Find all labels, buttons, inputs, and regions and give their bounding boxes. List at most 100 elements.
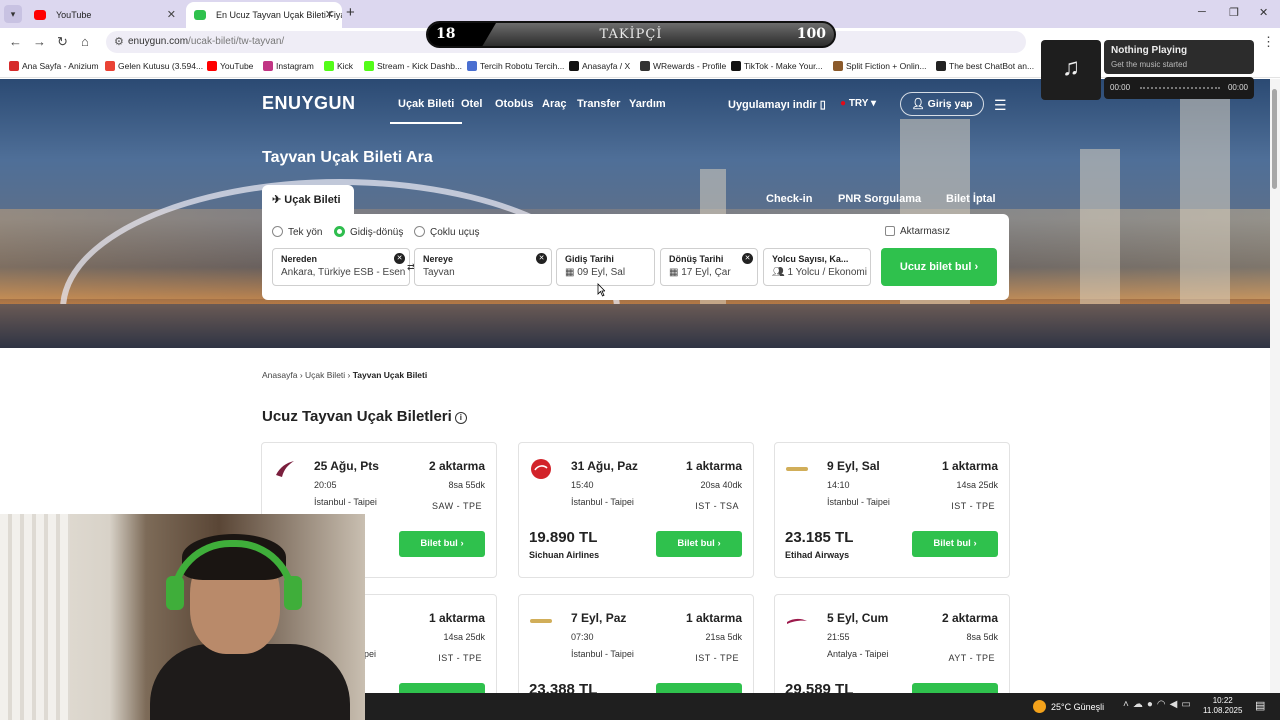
clock[interactable]: 10:22 11.08.2025 xyxy=(1203,696,1242,716)
clear-icon[interactable]: ✕ xyxy=(394,253,405,264)
tab-enuygun[interactable]: En Ucuz Tayvan Uçak Bileti Fiyatl ✕ xyxy=(186,2,342,28)
find-ticket-button[interactable]: Bilet bul › xyxy=(656,531,742,557)
bilet-iptal-link[interactable]: Bilet İptal xyxy=(946,193,996,205)
info-icon[interactable]: i xyxy=(454,412,467,424)
from-field[interactable]: Nereden Ankara, Türkiye ESB - Esen ✕ xyxy=(272,248,410,286)
find-ticket-button[interactable]: Bilet bul › xyxy=(399,531,485,557)
airport-codes: IST - TPE xyxy=(951,501,995,511)
wifi-icon[interactable]: ◠ xyxy=(1157,699,1170,710)
flight-time: 07:30 xyxy=(571,632,594,642)
airline-logo-icon xyxy=(530,619,552,623)
music-title: Nothing Playing xyxy=(1111,45,1188,56)
flight-time: 21:55 xyxy=(827,632,850,642)
nonstop-checkbox[interactable]: Aktarmasız xyxy=(885,226,950,237)
breadcrumb-home[interactable]: Anasayfa xyxy=(262,370,297,380)
to-field[interactable]: Nereye Tayvan ✕ xyxy=(414,248,552,286)
bookmark-item[interactable]: Instagram xyxy=(263,61,314,71)
airport-codes: IST - TPE xyxy=(438,653,482,663)
battery-icon[interactable]: ▭ xyxy=(1181,699,1194,710)
tab-close-icon[interactable]: ✕ xyxy=(325,2,334,28)
field-value: Tayvan xyxy=(423,267,455,278)
new-tab-icon[interactable]: + xyxy=(346,4,355,21)
bookmark-item[interactable]: Stream - Kick Dashb... xyxy=(364,61,462,71)
flight-card[interactable]: 31 Ağu, Paz 1 aktarma 15:40 20sa 40dk İs… xyxy=(518,442,754,578)
site-info-icon[interactable]: ⚙ xyxy=(114,35,124,48)
tab-ucak-bileti[interactable]: ✈ Uçak Bileti xyxy=(262,185,354,215)
login-button[interactable]: 👤︎ Giriş yap xyxy=(900,92,984,116)
breadcrumb-current: Tayvan Uçak Bileti xyxy=(352,370,428,380)
search-button[interactable]: Ucuz bilet bul › xyxy=(881,248,997,286)
nav-ucak-bileti[interactable]: Uçak Bileti xyxy=(389,98,463,124)
radio-coklu-ucus[interactable]: Çoklu uçuş xyxy=(414,226,479,238)
currency-select[interactable]: ● TRY ▾ xyxy=(840,98,876,109)
flight-date: 5 Eyl, Cum xyxy=(827,611,889,625)
check-in-link[interactable]: Check-in xyxy=(766,193,812,205)
browser-menu-icon[interactable]: ⋮ xyxy=(1262,34,1275,50)
system-tray[interactable]: ˄☁●◠◀▭ xyxy=(1123,699,1195,710)
cloud-icon[interactable]: ☁ xyxy=(1133,699,1147,710)
user-icon: 👤︎ xyxy=(911,98,925,110)
flight-stops: 1 aktarma xyxy=(428,611,485,625)
hamburger-menu-icon[interactable]: ☰ xyxy=(994,97,1007,114)
flight-route: İstanbul - Taipei xyxy=(314,497,377,507)
bookmark-item[interactable]: The best ChatBot an... xyxy=(936,61,1034,71)
bookmark-item[interactable]: WRewards - Profile xyxy=(640,61,726,71)
radio-tek-yon[interactable]: Tek yön xyxy=(272,226,322,238)
chevron-up-icon[interactable]: ˄ xyxy=(1123,699,1133,710)
section-title: Ucuz Tayvan Uçak Biletleri i xyxy=(262,408,467,425)
tab-youtube[interactable]: YouTube ✕ xyxy=(26,2,184,28)
volume-icon[interactable]: ◀ xyxy=(1170,699,1182,710)
flight-duration: 14sa 25dk xyxy=(443,632,485,642)
curtain xyxy=(0,514,70,720)
return-date-field[interactable]: Dönüş Tarihi ▦ 17 Eyl, Çar ✕ xyxy=(660,248,758,286)
clear-icon[interactable]: ✕ xyxy=(742,253,753,264)
radio-gidis-donus[interactable]: Gidiş-dönüş xyxy=(334,226,403,238)
field-value: ▦ 09 Eyl, Sal xyxy=(565,267,626,278)
nav-otel[interactable]: Otel xyxy=(461,98,482,110)
mic-icon[interactable]: ● xyxy=(1147,699,1157,710)
reload-icon[interactable]: ↻ xyxy=(57,34,68,50)
nav-otobus[interactable]: Otobüs xyxy=(495,98,534,110)
app-download-link[interactable]: Uygulamayı indir ▯ xyxy=(728,98,826,111)
flight-price: 19.890 TL xyxy=(529,529,598,546)
pnr-link[interactable]: PNR Sorgulama xyxy=(838,193,921,205)
airline-logo-icon xyxy=(276,461,294,477)
bookmark-item[interactable]: TikTok - Make Your... xyxy=(731,61,823,71)
flight-card[interactable]: 9 Eyl, Sal 1 aktarma 14:10 14sa 25dk İst… xyxy=(774,442,1010,578)
nav-arac[interactable]: Araç xyxy=(542,98,566,110)
bookmark-item[interactable]: Split Fiction + Onlin... xyxy=(833,61,927,71)
restore-icon[interactable]: ❐ xyxy=(1229,6,1239,19)
notification-icon[interactable]: ▤ xyxy=(1255,699,1265,712)
tab-close-icon[interactable]: ✕ xyxy=(167,2,176,28)
tab-title: YouTube xyxy=(56,10,92,20)
bookmark-item[interactable]: Gelen Kutusu (3.594... xyxy=(105,61,203,71)
enuygun-logo[interactable]: ENUYGUN xyxy=(262,93,356,114)
bookmark-item[interactable]: Ana Sayfa - Anizium xyxy=(9,61,99,71)
field-label: Gidiş Tarihi xyxy=(565,254,614,264)
bookmark-item[interactable]: YouTube xyxy=(207,61,253,71)
users-icon: 👥︎ xyxy=(772,267,785,278)
nav-yardim[interactable]: Yardım xyxy=(629,98,666,110)
minimize-icon[interactable]: ─ xyxy=(1198,6,1206,18)
page-scrollbar[interactable] xyxy=(1270,79,1280,693)
bookmark-item[interactable]: Anasayfa / X xyxy=(569,61,630,71)
close-window-icon[interactable]: ✕ xyxy=(1259,6,1268,19)
passenger-field[interactable]: Yolcu Sayısı, Ka... 👥︎ 1 Yolcu / Ekonomi xyxy=(763,248,871,286)
home-icon[interactable]: ⌂ xyxy=(81,34,89,49)
bookmark-item[interactable]: Tercih Robotu Tercih... xyxy=(467,61,564,71)
depart-date-field[interactable]: Gidiş Tarihi ▦ 09 Eyl, Sal xyxy=(556,248,655,286)
find-ticket-button[interactable]: Bilet bul › xyxy=(912,531,998,557)
weather-widget[interactable]: 25°C Güneşli xyxy=(1033,700,1104,713)
tab-search-button[interactable]: ▾ xyxy=(4,5,22,23)
clear-icon[interactable]: ✕ xyxy=(536,253,547,264)
scrollbar-thumb[interactable] xyxy=(1272,89,1277,189)
forward-icon[interactable]: → xyxy=(33,34,46,49)
flight-stops: 1 aktarma xyxy=(941,459,998,473)
nav-transfer[interactable]: Transfer xyxy=(577,98,620,110)
flight-stops: 2 aktarma xyxy=(941,611,998,625)
bookmark-item[interactable]: Kick xyxy=(324,61,353,71)
breadcrumb-flights[interactable]: Uçak Bileti xyxy=(305,370,345,380)
hero-title: Tayvan Uçak Bileti Ara xyxy=(262,149,433,166)
enuygun-favicon-icon xyxy=(194,10,206,20)
back-icon[interactable]: ← xyxy=(9,34,22,49)
